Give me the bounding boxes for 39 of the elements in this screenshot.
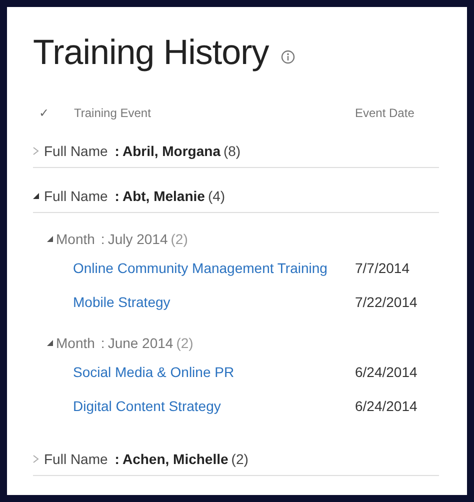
- group-count: (8): [223, 142, 241, 161]
- group-header[interactable]: Full Name : Achen, Michelle (2): [33, 443, 439, 476]
- column-header[interactable]: Event Date: [355, 104, 439, 122]
- month-value: July 2014: [108, 230, 168, 249]
- group-separator: :: [114, 186, 120, 206]
- event-date: 6/24/2014: [355, 362, 418, 382]
- month-separator: :: [100, 230, 105, 248]
- training-event-link[interactable]: Social Media & Online PR: [73, 362, 355, 382]
- month-label: Month: [56, 334, 95, 352]
- month-count: (2): [170, 230, 188, 249]
- expanded-caret-icon[interactable]: [47, 340, 53, 346]
- expanded-caret-icon[interactable]: [33, 193, 39, 199]
- group-count: (4): [208, 186, 226, 206]
- column-header[interactable]: Training Event: [74, 104, 355, 122]
- training-event-link[interactable]: Mobile Strategy: [73, 292, 355, 312]
- month-value: June 2014: [108, 334, 174, 352]
- training-event-link[interactable]: Digital Content Strategy: [73, 396, 355, 416]
- group-count: (2): [231, 450, 248, 469]
- group-field-label: Full Name: [44, 142, 108, 160]
- group-header[interactable]: Full Name : Abt, Melanie (4): [33, 180, 439, 213]
- info-icon[interactable]: [280, 50, 295, 64]
- month-label: Month: [56, 230, 95, 248]
- select-all-check[interactable]: ✓: [33, 104, 74, 122]
- group-header[interactable]: Full Name : Abril, Morgana (8): [33, 135, 439, 168]
- event-date: 6/24/2014: [355, 396, 418, 416]
- group-value: Abril, Morgana: [122, 142, 220, 161]
- expanded-caret-icon[interactable]: [47, 236, 53, 242]
- event-date: 7/7/2014: [355, 258, 410, 278]
- event-date: 7/22/2014: [355, 292, 418, 312]
- training-event-link[interactable]: Online Community Management Training: [73, 258, 355, 278]
- group-separator: :: [114, 450, 120, 468]
- group-value: Achen, Michelle: [122, 450, 228, 468]
- group-separator: :: [114, 142, 120, 160]
- month-count: (2): [176, 334, 194, 353]
- group-field-label: Full Name: [44, 450, 108, 468]
- group-value: Abt, Melanie: [122, 186, 205, 206]
- month-separator: :: [100, 334, 105, 352]
- group-field-label: Full Name: [44, 186, 108, 206]
- page-title: Training History: [33, 32, 269, 74]
